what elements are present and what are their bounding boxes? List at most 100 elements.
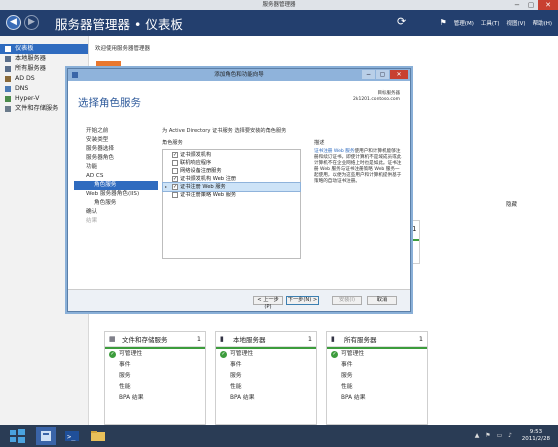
step-server-roles[interactable]: 服务器角色 — [74, 154, 158, 163]
taskbar-clock[interactable]: 9:53 2011/2/28 — [522, 429, 550, 443]
dialog-minimize-button[interactable]: − — [362, 70, 375, 79]
close-button[interactable]: ✕ — [538, 0, 558, 10]
welcome-heading: 欢迎使用服务器管理器 — [95, 46, 151, 52]
server-icon — [5, 56, 11, 62]
menu-tools[interactable]: 工具(T) — [481, 19, 500, 27]
tile-file-storage[interactable]: ▦ 文件和存储服务 1 ✓ 可管理性 事件 服务 性能 BPA 结果 — [104, 331, 206, 425]
window-title: 服务器管理器 — [262, 2, 296, 8]
step-server-selection[interactable]: 服务器选择 — [74, 145, 158, 154]
tile-count: 1 — [307, 335, 312, 343]
storage-icon — [5, 106, 11, 112]
next-button[interactable]: 下一步(N) > — [286, 296, 319, 305]
roles-column-header: 角色服务 — [162, 140, 183, 146]
step-ad-cs[interactable]: AD CS — [74, 172, 158, 181]
step-iis-role-services[interactable]: 角色服务 — [74, 199, 158, 208]
taskbar: >_ ▲ ⚑ ▭ ♪ 9:53 2011/2/28 — [0, 425, 558, 447]
tile-local-server[interactable]: ▮ 本地服务器 1 ✓ 可管理性 事件 服务 性能 BPA 结果 — [215, 331, 317, 425]
tile-row-bpa[interactable]: BPA 结果 — [105, 393, 205, 404]
powershell-icon[interactable]: >_ — [62, 427, 82, 445]
role-item-ndes[interactable]: 网络设备注册服务 — [163, 167, 300, 175]
start-icon[interactable] — [8, 427, 28, 445]
refresh-icon[interactable]: ⟳ — [397, 15, 406, 28]
system-tray-icons[interactable]: ▲ ⚑ ▭ ♪ — [475, 432, 514, 439]
tile-count: 1 — [196, 335, 201, 343]
role-item-cert-enrollment-web-service[interactable]: ▸ ✓ 证书注册 Web 服务 — [162, 182, 301, 192]
tile-row-services[interactable]: 服务 — [327, 371, 427, 382]
checkbox[interactable] — [172, 160, 178, 166]
menu-manage[interactable]: 管理(M) — [454, 19, 474, 27]
dialog-maximize-button[interactable]: ▢ — [376, 70, 389, 79]
server-manager-taskbar-icon[interactable] — [36, 427, 56, 445]
tile-row-services[interactable]: 服务 — [216, 371, 316, 382]
checkbox[interactable] — [172, 168, 178, 174]
tile-row-manageability[interactable]: ✓ 可管理性 — [216, 349, 316, 360]
tile-row-bpa[interactable]: BPA 结果 — [327, 393, 427, 404]
dest-value: 2k1201.contoso.com — [352, 97, 400, 102]
back-arrow-icon[interactable]: ◀ — [6, 15, 21, 30]
previous-button[interactable]: < 上一步(P) — [253, 296, 283, 310]
add-roles-wizard-dialog: 添加角色和功能向导 − ▢ ✕ 选择角色服务 目标服务器 2k1201.cont… — [67, 68, 411, 312]
menu-help[interactable]: 帮助(H) — [533, 19, 552, 27]
servers-icon: ▮ — [331, 335, 335, 343]
tile-row-manageability[interactable]: ✓ 可管理性 — [105, 349, 205, 360]
svg-text:>_: >_ — [67, 433, 76, 441]
tile-row-manageability[interactable]: ✓ 可管理性 — [327, 349, 427, 360]
step-before-you-begin[interactable]: 开始之前 — [74, 127, 158, 136]
dialog-titlebar: 添加角色和功能向导 − ▢ ✕ — [68, 69, 410, 81]
ok-check-icon: ✓ — [109, 351, 116, 358]
checkbox[interactable]: ✓ — [172, 152, 178, 158]
maximize-button[interactable]: ▢ — [524, 0, 538, 10]
description-column-header: 描述 — [314, 140, 325, 146]
wizard-content: 为 Active Directory 证书服务 选择要安装的角色服务 角色服务 … — [162, 127, 404, 259]
tile-count: 1 — [418, 335, 423, 343]
tile-row-performance[interactable]: 性能 — [105, 382, 205, 393]
role-item-ca[interactable]: ✓ 证书颁发机构 — [163, 151, 300, 159]
tile-title: 所有服务器 — [344, 336, 377, 344]
sidebar-item-label: 所有服务器 — [15, 65, 46, 72]
dialog-title: 添加角色和功能向导 — [214, 72, 264, 78]
tile-title: 文件和存储服务 — [122, 336, 168, 344]
step-install-type[interactable]: 安装类型 — [74, 136, 158, 145]
minimize-button[interactable]: − — [510, 0, 524, 10]
description-body: 使用户和计算机能够注册和续订证书，即使计算机不是域成员或此计算机不在企业网络上时… — [314, 149, 402, 184]
tile-row-services[interactable]: 服务 — [105, 371, 205, 382]
hide-link[interactable]: 隐藏 — [506, 200, 517, 208]
role-item-online-responder[interactable]: 联机响应程序 — [163, 159, 300, 167]
role-description: 证书注册 Web 服务使用户和计算机能够注册和续订证书，即使计算机不是域成员或此… — [314, 149, 402, 185]
checkbox[interactable]: ✓ — [172, 176, 178, 182]
ok-check-icon: ✓ — [331, 351, 338, 358]
file-explorer-icon[interactable] — [88, 427, 108, 445]
role-item-cert-enrollment-policy-web-service[interactable]: 证书注册策略 Web 服务 — [163, 191, 300, 199]
clock-time: 9:53 — [529, 429, 543, 435]
tile-row-events[interactable]: 事件 — [216, 360, 316, 371]
sidebar-item-local-server[interactable]: 本地服务器 — [0, 54, 88, 64]
tile-row-events[interactable]: 事件 — [327, 360, 427, 371]
wizard-steps: 开始之前 安装类型 服务器选择 服务器角色 功能 AD CS 角色服务 Web … — [74, 127, 158, 226]
dialog-close-button[interactable]: ✕ — [390, 70, 408, 79]
wizard-heading: 选择角色服务 — [78, 97, 141, 109]
sidebar-item-dashboard[interactable]: 仪表板 — [0, 44, 88, 54]
step-features[interactable]: 功能 — [74, 163, 158, 172]
role-item-ca-web-enrollment[interactable]: ✓ 证书颁发机构 Web 注册 — [163, 175, 300, 183]
tile-row-events[interactable]: 事件 — [105, 360, 205, 371]
checkbox[interactable] — [172, 192, 178, 198]
dashboard-icon — [5, 46, 11, 52]
step-confirmation[interactable]: 确认 — [74, 208, 158, 217]
page-description: 为 Active Directory 证书服务 选择要安装的角色服务 — [162, 128, 287, 134]
wizard-icon — [72, 72, 78, 78]
tile-row-bpa[interactable]: BPA 结果 — [216, 393, 316, 404]
notification-flag-icon[interactable]: ⚑ — [440, 18, 447, 27]
tile-row-performance[interactable]: 性能 — [216, 382, 316, 393]
tile-all-servers[interactable]: ▮ 所有服务器 1 ✓ 可管理性 事件 服务 性能 BPA 结果 — [326, 331, 428, 425]
tile-row-performance[interactable]: 性能 — [327, 382, 427, 393]
install-button[interactable]: 安装(I) — [332, 296, 362, 305]
forward-arrow-icon[interactable]: ▶ — [24, 15, 39, 30]
window-titlebar: 服务器管理器 − ▢ ✕ — [0, 0, 558, 10]
step-web-server-role[interactable]: Web 服务器角色(IIS) — [74, 190, 158, 199]
tile-count: 1 — [412, 225, 417, 233]
checkbox[interactable]: ✓ — [172, 184, 178, 190]
menu-view[interactable]: 视图(V) — [507, 19, 526, 27]
cancel-button[interactable]: 取消 — [367, 296, 397, 305]
step-role-services[interactable]: 角色服务 — [74, 181, 158, 190]
hyperv-icon — [5, 96, 11, 102]
